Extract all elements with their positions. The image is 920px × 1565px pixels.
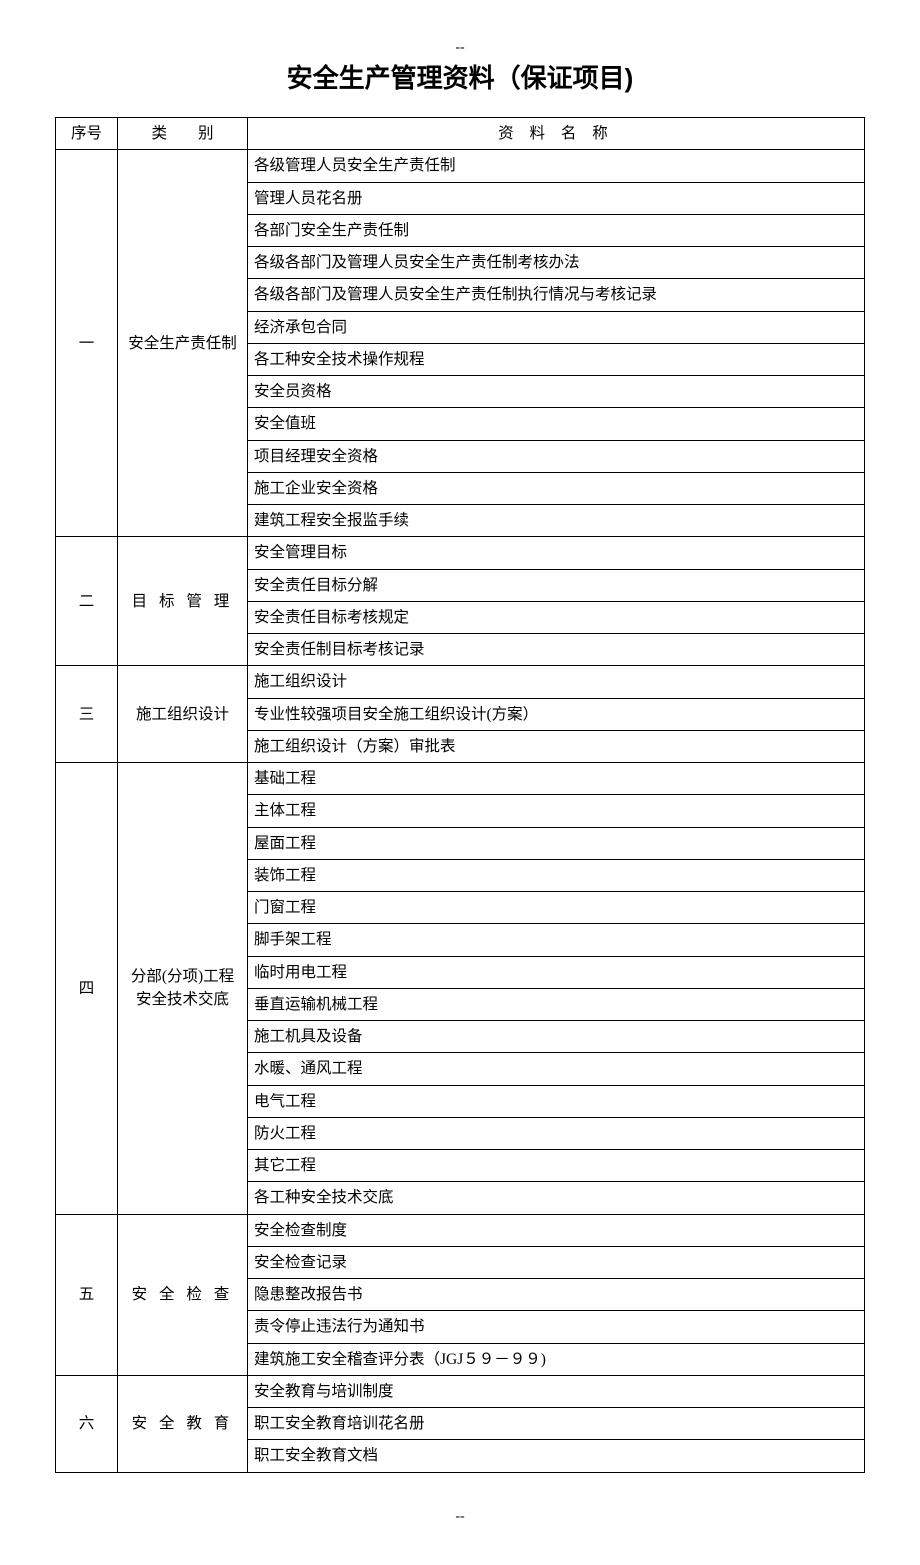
item-cell: 装饰工程: [248, 859, 865, 891]
item-cell: 施工组织设计: [248, 666, 865, 698]
item-cell: 各级管理人员安全生产责任制: [248, 150, 865, 182]
table-row: 五安 全 检 查安全检查制度: [56, 1214, 865, 1246]
item-cell: 施工组织设计（方案）审批表: [248, 730, 865, 762]
table-row: 四分部(分项)工程安全技术交底基础工程: [56, 763, 865, 795]
item-cell: 各部门安全生产责任制: [248, 214, 865, 246]
item-cell: 垂直运输机械工程: [248, 988, 865, 1020]
item-cell: 基础工程: [248, 763, 865, 795]
seq-cell: 三: [56, 666, 118, 763]
category-cell: 施工组织设计: [118, 666, 248, 763]
item-cell: 其它工程: [248, 1150, 865, 1182]
item-cell: 安全检查记录: [248, 1246, 865, 1278]
seq-cell: 六: [56, 1375, 118, 1472]
item-cell: 建筑工程安全报监手续: [248, 505, 865, 537]
item-cell: 各级各部门及管理人员安全生产责任制考核办法: [248, 247, 865, 279]
page-title: 安全生产管理资料（保证项目): [55, 58, 865, 95]
item-cell: 临时用电工程: [248, 956, 865, 988]
col-name: 资 料 名 称: [248, 118, 865, 150]
table-row: 三施工组织设计施工组织设计: [56, 666, 865, 698]
item-cell: 主体工程: [248, 795, 865, 827]
item-cell: 隐患整改报告书: [248, 1279, 865, 1311]
header-mark: --: [55, 40, 865, 56]
item-cell: 各工种安全技术操作规程: [248, 343, 865, 375]
seq-cell: 四: [56, 763, 118, 1215]
item-cell: 职工安全教育培训花名册: [248, 1408, 865, 1440]
item-cell: 安全值班: [248, 408, 865, 440]
table-row: 六安 全 教 育安全教育与培训制度: [56, 1375, 865, 1407]
footer-mark: --: [55, 1509, 865, 1525]
item-cell: 电气工程: [248, 1085, 865, 1117]
item-cell: 安全管理目标: [248, 537, 865, 569]
item-cell: 经济承包合同: [248, 311, 865, 343]
table-row: 一安全生产责任制各级管理人员安全生产责任制: [56, 150, 865, 182]
item-cell: 施工机具及设备: [248, 1021, 865, 1053]
item-cell: 职工安全教育文档: [248, 1440, 865, 1472]
item-cell: 各工种安全技术交底: [248, 1182, 865, 1214]
seq-cell: 五: [56, 1214, 118, 1375]
seq-cell: 一: [56, 150, 118, 537]
category-cell: 安 全 教 育: [118, 1375, 248, 1472]
item-cell: 建筑施工安全稽查评分表（JGJ５９－９９): [248, 1343, 865, 1375]
table-header-row: 序号 类 别 资 料 名 称: [56, 118, 865, 150]
category-cell: 目 标 管 理: [118, 537, 248, 666]
materials-table: 序号 类 别 资 料 名 称 一安全生产责任制各级管理人员安全生产责任制管理人员…: [55, 117, 865, 1473]
table-row: 二目 标 管 理安全管理目标: [56, 537, 865, 569]
item-cell: 专业性较强项目安全施工组织设计(方案）: [248, 698, 865, 730]
item-cell: 责令停止违法行为通知书: [248, 1311, 865, 1343]
item-cell: 安全检查制度: [248, 1214, 865, 1246]
item-cell: 项目经理安全资格: [248, 440, 865, 472]
item-cell: 安全责任制目标考核记录: [248, 634, 865, 666]
item-cell: 屋面工程: [248, 827, 865, 859]
item-cell: 施工企业安全资格: [248, 472, 865, 504]
item-cell: 防火工程: [248, 1117, 865, 1149]
item-cell: 各级各部门及管理人员安全生产责任制执行情况与考核记录: [248, 279, 865, 311]
item-cell: 安全责任目标分解: [248, 569, 865, 601]
item-cell: 脚手架工程: [248, 924, 865, 956]
category-cell: 安 全 检 查: [118, 1214, 248, 1375]
item-cell: 水暖、通风工程: [248, 1053, 865, 1085]
category-cell: 分部(分项)工程安全技术交底: [118, 763, 248, 1215]
item-cell: 安全责任目标考核规定: [248, 601, 865, 633]
item-cell: 安全教育与培训制度: [248, 1375, 865, 1407]
category-cell: 安全生产责任制: [118, 150, 248, 537]
col-category: 类 别: [118, 118, 248, 150]
col-seq: 序号: [56, 118, 118, 150]
seq-cell: 二: [56, 537, 118, 666]
item-cell: 安全员资格: [248, 376, 865, 408]
item-cell: 门窗工程: [248, 892, 865, 924]
item-cell: 管理人员花名册: [248, 182, 865, 214]
